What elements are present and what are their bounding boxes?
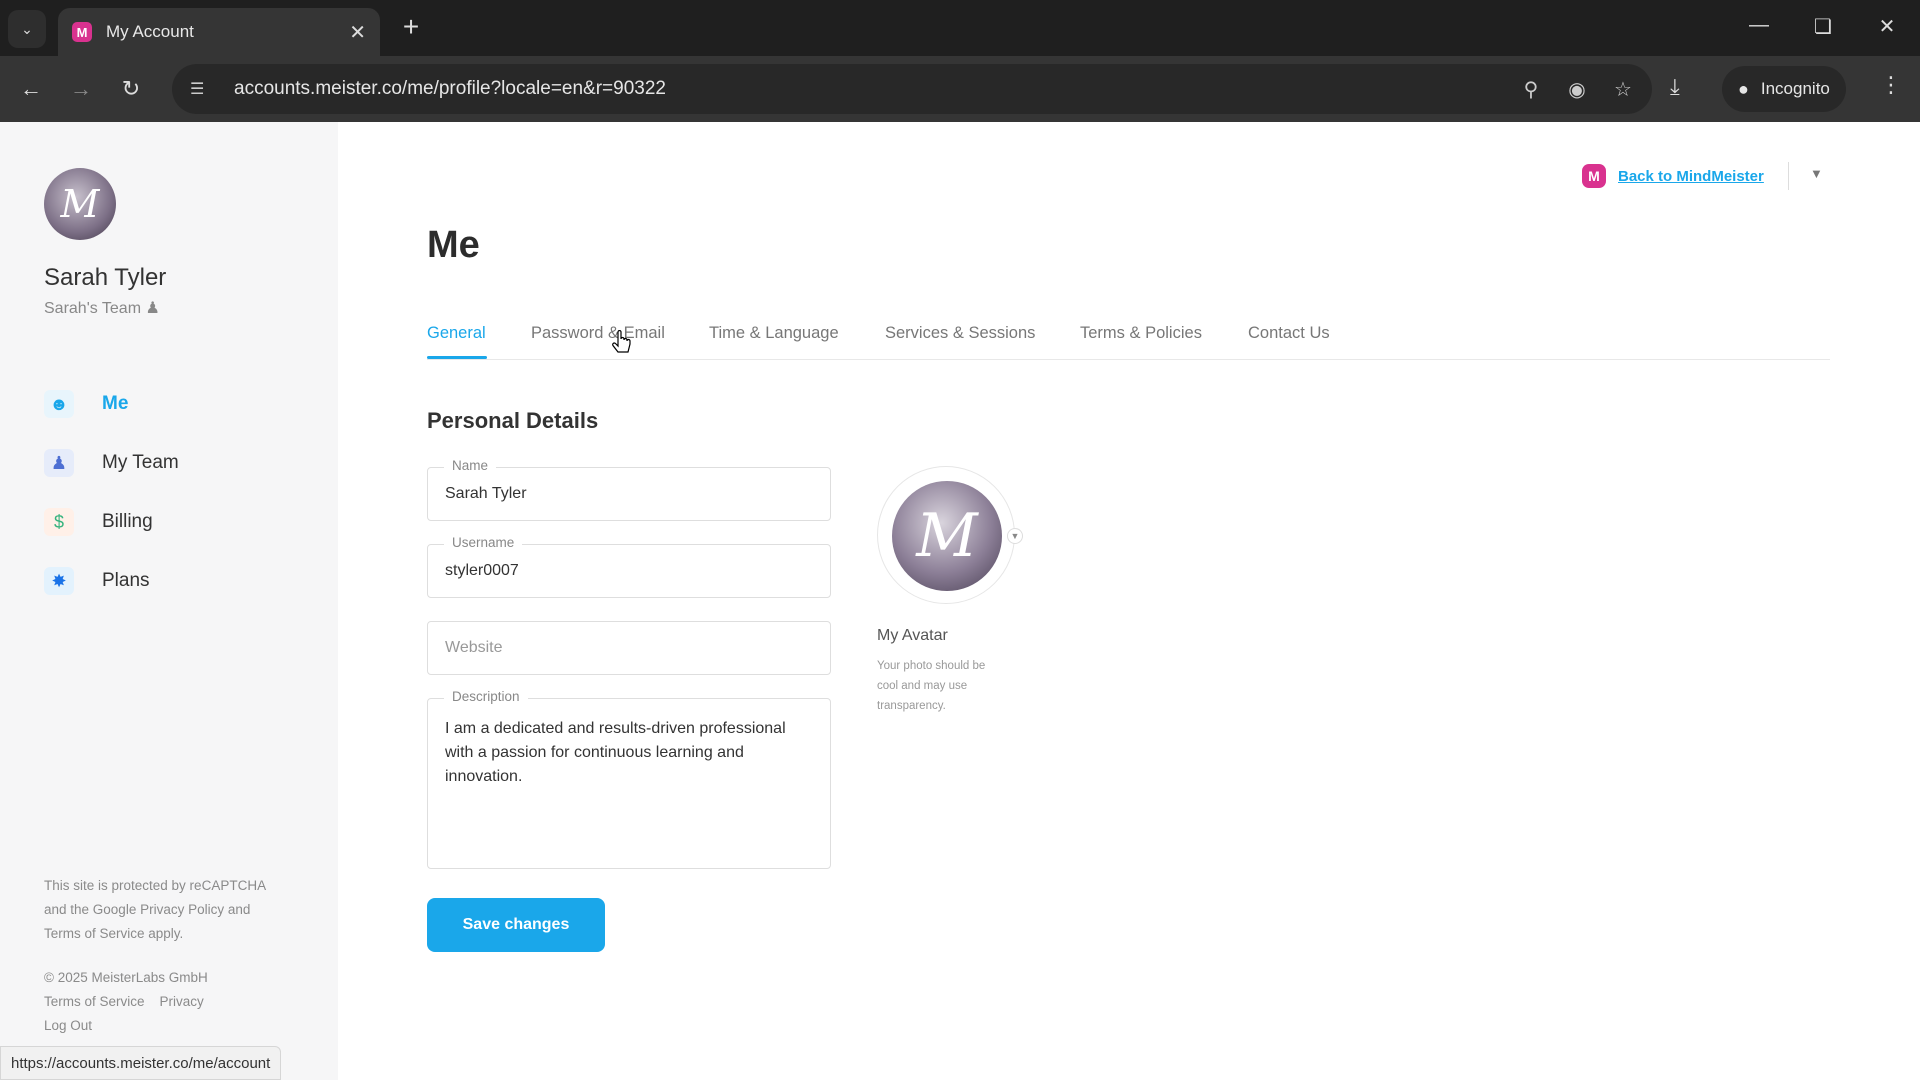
page-title: Me [427, 224, 480, 266]
back-arrow-icon[interactable]: ← [14, 72, 48, 106]
active-tab-indicator [427, 356, 487, 359]
team-name-text: Sarah's Team [44, 300, 142, 317]
avatar-hint: Your photo should be cool and may use tr… [877, 660, 986, 712]
sidebar-item-label: Billing [102, 511, 153, 532]
tab-contact-us[interactable]: Contact Us [1248, 324, 1330, 343]
username-input[interactable] [428, 545, 830, 597]
tab-password-email[interactable]: Password & Email [531, 324, 665, 343]
recaptcha-line: and the Google Privacy Policy and [44, 902, 251, 917]
sidebar-item-label: Plans [102, 570, 150, 591]
save-changes-button[interactable]: Save changes [427, 898, 605, 952]
incognito-icon: ● [1738, 78, 1749, 99]
description-field: Description I am a dedicated and results… [427, 689, 831, 869]
sidebar-item-label: Me [102, 393, 129, 414]
avatar-upload[interactable]: M ▼ [877, 466, 1023, 604]
username-field: Username [427, 535, 831, 598]
close-window-icon[interactable]: ✕ [1872, 14, 1902, 39]
website-input[interactable] [428, 622, 830, 674]
sidebar-avatar[interactable]: M [44, 168, 116, 240]
browser-tab[interactable]: M My Account ✕ [58, 8, 380, 56]
forward-arrow-icon[interactable]: → [64, 72, 98, 106]
header-divider [1788, 162, 1789, 190]
avatar-image: M [892, 481, 1002, 591]
recaptcha-notice: This site is protected by reCAPTCHA and … [44, 874, 266, 946]
section-title: Personal Details [427, 408, 599, 433]
browser-tabstrip: ⌄ M My Account ✕ + — ❏ ✕ [0, 0, 1920, 56]
settings-tabs: General Password & Email Time & Language… [427, 318, 1830, 360]
hand-pointer-cursor-icon [612, 330, 631, 353]
status-bar-url: https://accounts.meister.co/me/account [0, 1046, 282, 1080]
tab-title: My Account [106, 22, 194, 41]
account-sidebar: M Sarah Tyler Sarah's Team ♟ ☻ Me ♟ My T… [0, 122, 338, 1080]
back-link-text[interactable]: Back to MindMeister [1618, 168, 1764, 185]
address-bar[interactable]: ☰ accounts.meister.co/me/profile?locale=… [172, 64, 1652, 114]
recaptcha-line: This site is protected by reCAPTCHA [44, 878, 267, 893]
tab-search-chevron-icon[interactable]: ⌄ [8, 10, 46, 48]
website-field [427, 621, 831, 675]
tab-close-icon[interactable]: ✕ [349, 20, 366, 45]
sidebar-item-my-team[interactable]: ♟ My Team [44, 449, 179, 477]
team-icon: ♟ [44, 449, 74, 477]
minimize-window-icon[interactable]: — [1744, 14, 1774, 37]
profile-card-icon: ☻ [44, 390, 74, 418]
recaptcha-line: Terms of Service apply. [44, 926, 184, 941]
incognito-label: Incognito [1760, 79, 1830, 98]
privacy-link[interactable]: Privacy [160, 994, 204, 1009]
avatar-menu-chevron-down-icon[interactable]: ▼ [1007, 528, 1023, 544]
name-label: Name [444, 458, 497, 473]
plans-badge-icon: ✸ [44, 567, 74, 595]
site-info-icon[interactable]: ☰ [190, 79, 220, 99]
sidebar-nav: ☻ Me ♟ My Team $ Billing ✸ Plans [44, 390, 179, 626]
address-url[interactable]: accounts.meister.co/me/profile?locale=en… [234, 78, 1496, 100]
back-to-mindmeister-link[interactable]: M Back to MindMeister [1582, 164, 1764, 188]
copyright: © 2025 MeisterLabs GmbH [44, 970, 208, 985]
tab-terms-policies[interactable]: Terms & Policies [1080, 324, 1202, 343]
name-field: Name [427, 458, 831, 521]
download-icon[interactable]: ⤓ [1670, 74, 1680, 100]
zoom-icon[interactable]: ⚲ [1520, 77, 1542, 102]
tracking-protection-eye-icon[interactable]: ◉ [1566, 77, 1588, 102]
sidebar-item-billing[interactable]: $ Billing [44, 508, 179, 536]
description-textarea[interactable]: I am a dedicated and results-driven prof… [428, 699, 830, 863]
tab-services-sessions[interactable]: Services & Sessions [885, 324, 1035, 343]
mindmeister-logo-icon: M [1582, 164, 1606, 188]
new-tab-plus-icon[interactable]: + [396, 11, 426, 42]
sidebar-team-name: Sarah's Team ♟ [44, 298, 160, 318]
reload-icon[interactable]: ↻ [114, 72, 148, 106]
sidebar-item-label: My Team [102, 452, 179, 473]
sidebar-footer: © 2025 MeisterLabs GmbH Terms of Service… [44, 966, 208, 1038]
tab-time-language[interactable]: Time & Language [709, 324, 839, 343]
team-people-icon: ♟ [145, 300, 160, 317]
browser-toolbar: ← → ↻ ☰ accounts.meister.co/me/profile?l… [0, 56, 1920, 122]
incognito-badge[interactable]: ● Incognito [1722, 66, 1846, 112]
sidebar-user-name: Sarah Tyler [44, 264, 167, 291]
terms-of-service-link[interactable]: Terms of Service [44, 994, 145, 1009]
browser-menu-icon[interactable]: ⋮ [1880, 72, 1902, 98]
description-label: Description [444, 689, 528, 704]
account-menu-chevron-down-icon[interactable]: ▼ [1810, 166, 1823, 181]
log-out-link[interactable]: Log Out [44, 1014, 208, 1038]
tab-general[interactable]: General [427, 324, 486, 343]
username-label: Username [444, 535, 523, 550]
sidebar-item-me[interactable]: ☻ Me [44, 390, 179, 418]
bookmark-star-icon[interactable]: ☆ [1612, 77, 1634, 102]
meister-favicon-icon: M [72, 22, 92, 42]
restore-window-icon[interactable]: ❏ [1808, 14, 1838, 39]
sidebar-item-plans[interactable]: ✸ Plans [44, 567, 179, 595]
avatar-title: My Avatar [877, 627, 948, 644]
billing-icon: $ [44, 508, 74, 536]
name-input[interactable] [428, 468, 830, 520]
